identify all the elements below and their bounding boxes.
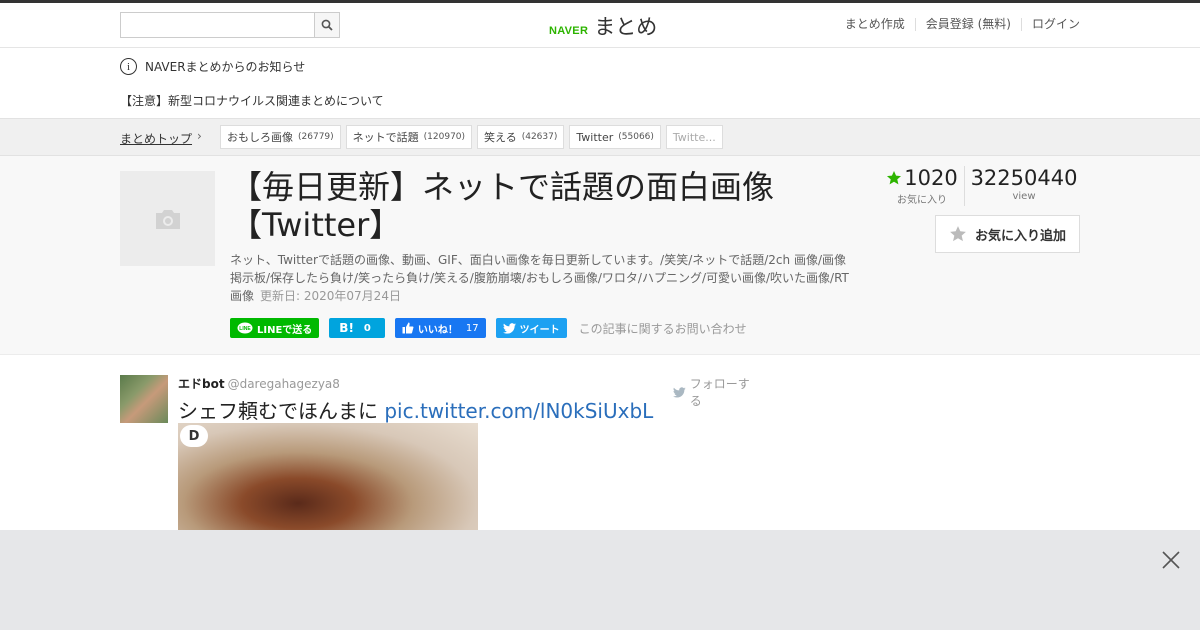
tag-label: 笑える bbox=[484, 131, 517, 144]
search-input[interactable] bbox=[121, 13, 315, 37]
tag-list: おもしろ画像 (26779) ネットで話題 (120970) 笑える (42637) … bbox=[220, 125, 723, 149]
notice-link[interactable]: 【注意】新型コロナウイルス関連まとめについて bbox=[120, 92, 384, 109]
tweet-button[interactable]: ツイート bbox=[495, 318, 567, 338]
search-icon bbox=[321, 19, 333, 31]
tag-item[interactable]: 笑える (42637) bbox=[477, 125, 565, 149]
breadcrumb-top[interactable]: まとめトップ bbox=[120, 130, 192, 147]
twitter-icon bbox=[673, 386, 686, 398]
tweet-image[interactable]: D bbox=[178, 423, 478, 530]
bottom-ad-overlay bbox=[0, 530, 1200, 630]
notice-heading: i NAVERまとめからのお知らせ bbox=[120, 58, 305, 75]
chevron-right-icon: › bbox=[197, 129, 202, 143]
site-logo[interactable]: NAVER まとめ bbox=[549, 11, 657, 41]
favorites-count: 1020 bbox=[904, 166, 958, 190]
tweet-image-link[interactable]: pic.twitter.com/lN0kSiUxbL bbox=[384, 399, 653, 423]
follow-button[interactable]: フォローする bbox=[673, 375, 760, 409]
header-nav: まとめ作成 会員登録 (無料) ログイン bbox=[835, 18, 1080, 31]
tag-item[interactable]: ネットで話題 (120970) bbox=[345, 125, 473, 149]
tag-count: (55066) bbox=[618, 132, 654, 142]
hatena-bookmark-button[interactable]: B! 0 bbox=[329, 318, 385, 338]
tweet-body: シェフ頼むでほんまに bbox=[178, 399, 378, 423]
hatena-icon: B! bbox=[339, 321, 354, 335]
logo-name: まとめ bbox=[594, 15, 658, 39]
close-icon[interactable] bbox=[1160, 549, 1182, 571]
article-thumbnail bbox=[120, 171, 215, 266]
tag-item[interactable]: Twitter (55066) bbox=[569, 125, 661, 149]
facebook-like-count: 17 bbox=[465, 322, 479, 334]
discovery-logo-icon: D bbox=[180, 425, 208, 447]
views-label: view bbox=[1012, 191, 1036, 202]
views-count: 32250440 bbox=[970, 166, 1078, 190]
updated-date: 更新日: 2020年07月24日 bbox=[260, 289, 401, 303]
info-icon: i bbox=[120, 58, 137, 75]
inquiry-link[interactable]: この記事に関するお問い合わせ bbox=[579, 320, 747, 337]
twitter-icon bbox=[502, 322, 516, 334]
article-stats: 1020 お気に入り 32250440 view bbox=[880, 166, 1078, 206]
facebook-like-label: いいね！ bbox=[417, 324, 458, 336]
views-stat: 32250440 view bbox=[965, 166, 1078, 206]
create-matome-link[interactable]: まとめ作成 bbox=[835, 18, 915, 31]
tweet-text: シェフ頼むでほんまに pic.twitter.com/lN0kSiUxbL bbox=[178, 395, 653, 424]
line-share-label: LINEで送る bbox=[257, 324, 313, 336]
avatar[interactable] bbox=[120, 375, 168, 423]
notice-title: NAVERまとめからのお知らせ bbox=[145, 60, 306, 74]
tag-item[interactable]: おもしろ画像 (26779) bbox=[220, 125, 341, 149]
svg-text:LINE: LINE bbox=[239, 326, 251, 332]
tweet-author-name: エドbot bbox=[178, 377, 225, 391]
article-description: ネット、Twitterで話題の画像、動画、GIF、面白い画像を毎日更新しています… bbox=[230, 251, 850, 305]
tag-count: (120970) bbox=[423, 132, 466, 142]
tweet-author-handle: @daregahagezya8 bbox=[227, 377, 340, 391]
add-favorite-button[interactable]: お気に入り追加 bbox=[935, 215, 1080, 253]
logo-brand: NAVER bbox=[549, 25, 589, 37]
register-link[interactable]: 会員登録 (無料) bbox=[914, 18, 1021, 31]
category-bar: まとめトップ › おもしろ画像 (26779) ネットで話題 (120970) 笑え… bbox=[0, 118, 1200, 156]
follow-label: フォローする bbox=[689, 377, 750, 408]
site-header: NAVER まとめ まとめ作成 会員登録 (無料) ログイン bbox=[0, 3, 1200, 48]
tweet-author[interactable]: エドbot @daregahagezya8 bbox=[178, 375, 340, 392]
facebook-like-button[interactable]: いいね！ 17 bbox=[394, 318, 486, 338]
tag-count: (26779) bbox=[298, 132, 334, 142]
tag-label: おもしろ画像 bbox=[227, 131, 293, 144]
star-outline-icon bbox=[950, 226, 966, 242]
tag-label: ネットで話題 bbox=[352, 131, 419, 144]
star-icon bbox=[887, 171, 902, 185]
search-button[interactable] bbox=[314, 13, 339, 37]
tag-label: Twitte... bbox=[672, 130, 716, 144]
camera-icon bbox=[155, 209, 180, 229]
favorites-stat: 1020 お気に入り bbox=[880, 166, 965, 206]
login-link[interactable]: ログイン bbox=[1020, 18, 1080, 31]
tag-count: (42637) bbox=[521, 132, 558, 142]
tag-label: Twitter bbox=[576, 130, 614, 144]
article-title: 【毎日更新】ネットで話題の面白画像【Twitter】 bbox=[230, 168, 775, 244]
article-header: 【毎日更新】ネットで話題の面白画像【Twitter】 ネット、Twitterで話… bbox=[0, 156, 1200, 355]
share-buttons: LINE LINEで送る B! 0 いいね！ 17 ツイート この記事に関するお… bbox=[230, 318, 747, 338]
hatena-count: 0 bbox=[363, 322, 371, 334]
thumbs-up-icon bbox=[402, 322, 414, 334]
add-favorite-label: お気に入り追加 bbox=[974, 228, 1066, 244]
line-share-button[interactable]: LINE LINEで送る bbox=[230, 318, 320, 338]
line-icon: LINE bbox=[237, 322, 253, 334]
search-box bbox=[120, 12, 340, 38]
tweet-label: ツイート bbox=[519, 324, 560, 336]
favorites-label: お気に入り bbox=[897, 195, 947, 206]
tag-item[interactable]: Twitte... bbox=[665, 125, 723, 149]
